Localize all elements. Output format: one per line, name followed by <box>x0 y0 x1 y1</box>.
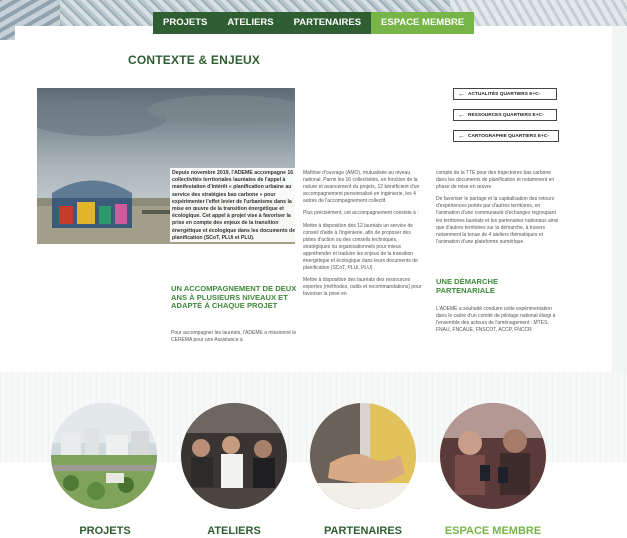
middle-paragraph-3: Mettre à disposition des 12 lauréats un … <box>303 222 418 272</box>
main-nav: PROJETS ATELIERS PARTENAIRES ESPACE MEMB… <box>153 12 475 34</box>
demarche-heading: UNE DÉMARCHE PARTENARIALE <box>436 277 499 295</box>
projets-tile-label[interactable]: PROJETS <box>35 525 175 537</box>
nav-partenaires[interactable]: PARTENAIRES <box>283 12 372 34</box>
accompagnement-heading: UN ACCOMPAGNEMENT DE DEUX ANS À PLUSIEUR… <box>171 284 297 311</box>
nav-espace-membre[interactable]: ESPACE MEMBRE <box>371 12 475 34</box>
photo-caption: Depuis novembre 2019, l'ADEME accompagne… <box>170 168 297 243</box>
header-banner-right <box>450 0 627 26</box>
cartographie-button[interactable]: ← CARTOGRAPHIE QUARTIERS E+C- <box>453 130 559 142</box>
middle-paragraph-2: Plus précisément, cet accompagnement con… <box>303 210 419 217</box>
demarche-text: L'ADEME a souhaité conduire cette expéri… <box>436 306 556 334</box>
quick-links: ← ACTUALITÉS QUARTIERS E+C- ← RESSOURCES… <box>453 88 559 151</box>
ateliers-tile-image[interactable] <box>181 403 287 509</box>
right-column: compte de la TTE pour des trajectoires b… <box>436 170 561 251</box>
ateliers-tile-label[interactable]: ATELIERS <box>164 525 304 537</box>
partenaires-tile-image[interactable] <box>310 403 416 509</box>
espace-membre-tile-image[interactable] <box>440 403 546 509</box>
actualites-label: ACTUALITÉS QUARTIERS E+C- <box>468 91 541 97</box>
nav-projets[interactable]: PROJETS <box>153 12 218 34</box>
projets-tile-image[interactable] <box>51 403 157 509</box>
ressources-label: RESSOURCES QUARTIERS E+C- <box>468 112 544 118</box>
middle-paragraph-4: Mettre à disposition des lauréats des re… <box>303 277 422 298</box>
middle-paragraph-1: Maîtrise d'ouvrage (AMO), mutualisée au … <box>303 170 420 205</box>
accompagnement-text: Pour accompagner les lauréats, l'ADEME a… <box>171 330 297 344</box>
espace-membre-tile-label[interactable]: ESPACE MEMBRE <box>423 525 563 537</box>
nav-ateliers[interactable]: ATELIERS <box>217 12 284 34</box>
right-paragraph-2: De favoriser le partage et la capitalisa… <box>436 196 559 245</box>
arrow-left-icon: ← <box>458 111 465 119</box>
cartographie-label: CARTOGRAPHIE QUARTIERS E+C- <box>468 133 549 139</box>
page-edge <box>612 26 627 376</box>
partenaires-tile-label[interactable]: PARTENAIRES <box>293 525 433 537</box>
ressources-button[interactable]: ← RESSOURCES QUARTIERS E+C- <box>453 109 557 121</box>
right-paragraph-1: compte de la TTE pour des trajectoires b… <box>436 170 555 191</box>
section-title: CONTEXTE & ENJEUX <box>128 53 261 67</box>
arrow-left-icon: ← <box>458 90 465 98</box>
arrow-left-icon: ← <box>458 132 465 140</box>
middle-column: Maîtrise d'ouvrage (AMO), mutualisée au … <box>303 170 423 304</box>
actualites-button[interactable]: ← ACTUALITÉS QUARTIERS E+C- <box>453 88 557 100</box>
